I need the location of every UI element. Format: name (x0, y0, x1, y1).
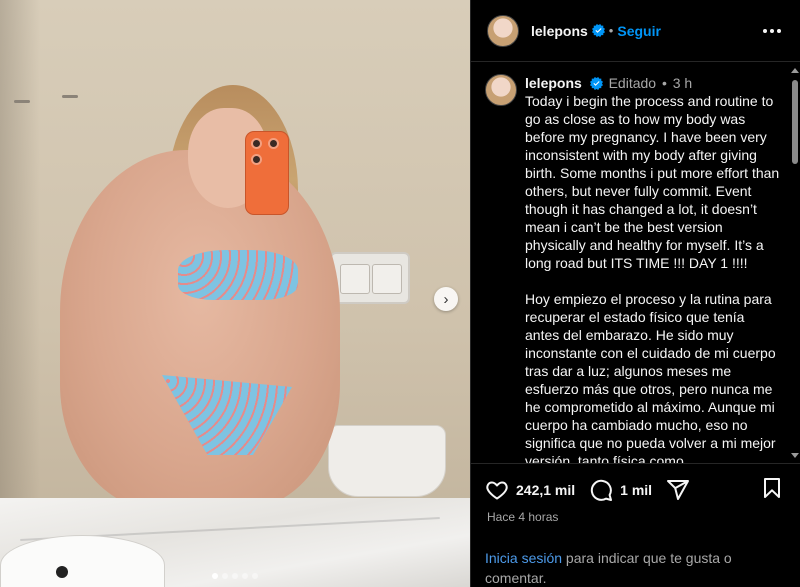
login-link[interactable]: Inicia sesión (485, 550, 562, 566)
header-username[interactable]: lelepons (531, 23, 588, 39)
share-button[interactable] (666, 478, 690, 502)
dot (770, 28, 774, 33)
comment-button[interactable]: 1 mil (589, 478, 652, 502)
wall-hook (62, 95, 78, 98)
caption: lelepons Editado • 3 h Today i begin the… (471, 62, 800, 464)
carousel-dot (222, 573, 228, 579)
more-options-icon[interactable] (760, 19, 784, 43)
flush-plate (330, 252, 410, 304)
scroll-down-arrow-icon[interactable] (791, 453, 799, 458)
share-icon (667, 480, 690, 500)
comment-count[interactable]: 1 mil (620, 482, 652, 498)
like-button[interactable]: 242,1 mil (485, 478, 575, 502)
sink (0, 535, 165, 587)
smartphone (246, 132, 288, 214)
wall-shadow (0, 0, 40, 520)
verified-badge-icon (589, 77, 603, 90)
caption-head: lelepons Editado • 3 h (525, 74, 781, 92)
caption-avatar[interactable] (485, 74, 517, 106)
caption-text: Today i begin the process and routine to… (525, 93, 780, 464)
caption-separator: • (661, 75, 667, 91)
post-header: lelepons • Seguir (471, 0, 800, 62)
caption-username[interactable]: lelepons (525, 75, 582, 91)
verified-badge-icon (591, 24, 605, 37)
follow-button[interactable]: Seguir (617, 23, 661, 39)
chevron-right-icon: › (443, 290, 449, 308)
scrollbar-thumb[interactable] (792, 80, 798, 164)
carousel-dot (242, 573, 248, 579)
post-timestamp[interactable]: Hace 4 horas (487, 510, 558, 524)
login-prompt: Inicia sesión para indicar que te gusta … (485, 548, 785, 587)
heart-icon (486, 481, 508, 500)
dot (763, 28, 767, 33)
carousel-dot (252, 573, 258, 579)
carousel-dot (232, 573, 238, 579)
toilet (328, 425, 446, 497)
carousel-dot (212, 573, 218, 579)
edited-label: Editado (608, 75, 657, 91)
scrollbar[interactable] (791, 68, 799, 458)
person-body (60, 150, 340, 510)
header-separator: • (608, 23, 614, 38)
carousel-indicator (0, 573, 470, 579)
post-side-panel: lelepons • Seguir lelepons Editado • 3 h… (470, 0, 800, 587)
next-slide-button[interactable]: › (434, 287, 458, 311)
scroll-up-arrow-icon[interactable] (791, 68, 799, 73)
camera-lens (251, 154, 262, 165)
caption-content: lelepons Editado • 3 h Today i begin the… (525, 74, 781, 464)
comment-icon (590, 479, 613, 501)
caption-scroll-area[interactable]: lelepons Editado • 3 h Today i begin the… (471, 62, 800, 464)
camera-lens (251, 138, 262, 149)
wall-hook (14, 100, 30, 103)
bookmark-icon (764, 477, 780, 498)
like-count[interactable]: 242,1 mil (516, 482, 575, 498)
save-button[interactable] (760, 476, 784, 505)
action-bar: 242,1 mil 1 mil (485, 474, 784, 506)
bikini-top (178, 250, 298, 300)
avatar[interactable] (487, 14, 519, 47)
dot (777, 28, 781, 33)
caption-time[interactable]: 3 h (673, 75, 692, 91)
post-photo[interactable]: › (0, 0, 470, 587)
camera-lens (268, 138, 279, 149)
